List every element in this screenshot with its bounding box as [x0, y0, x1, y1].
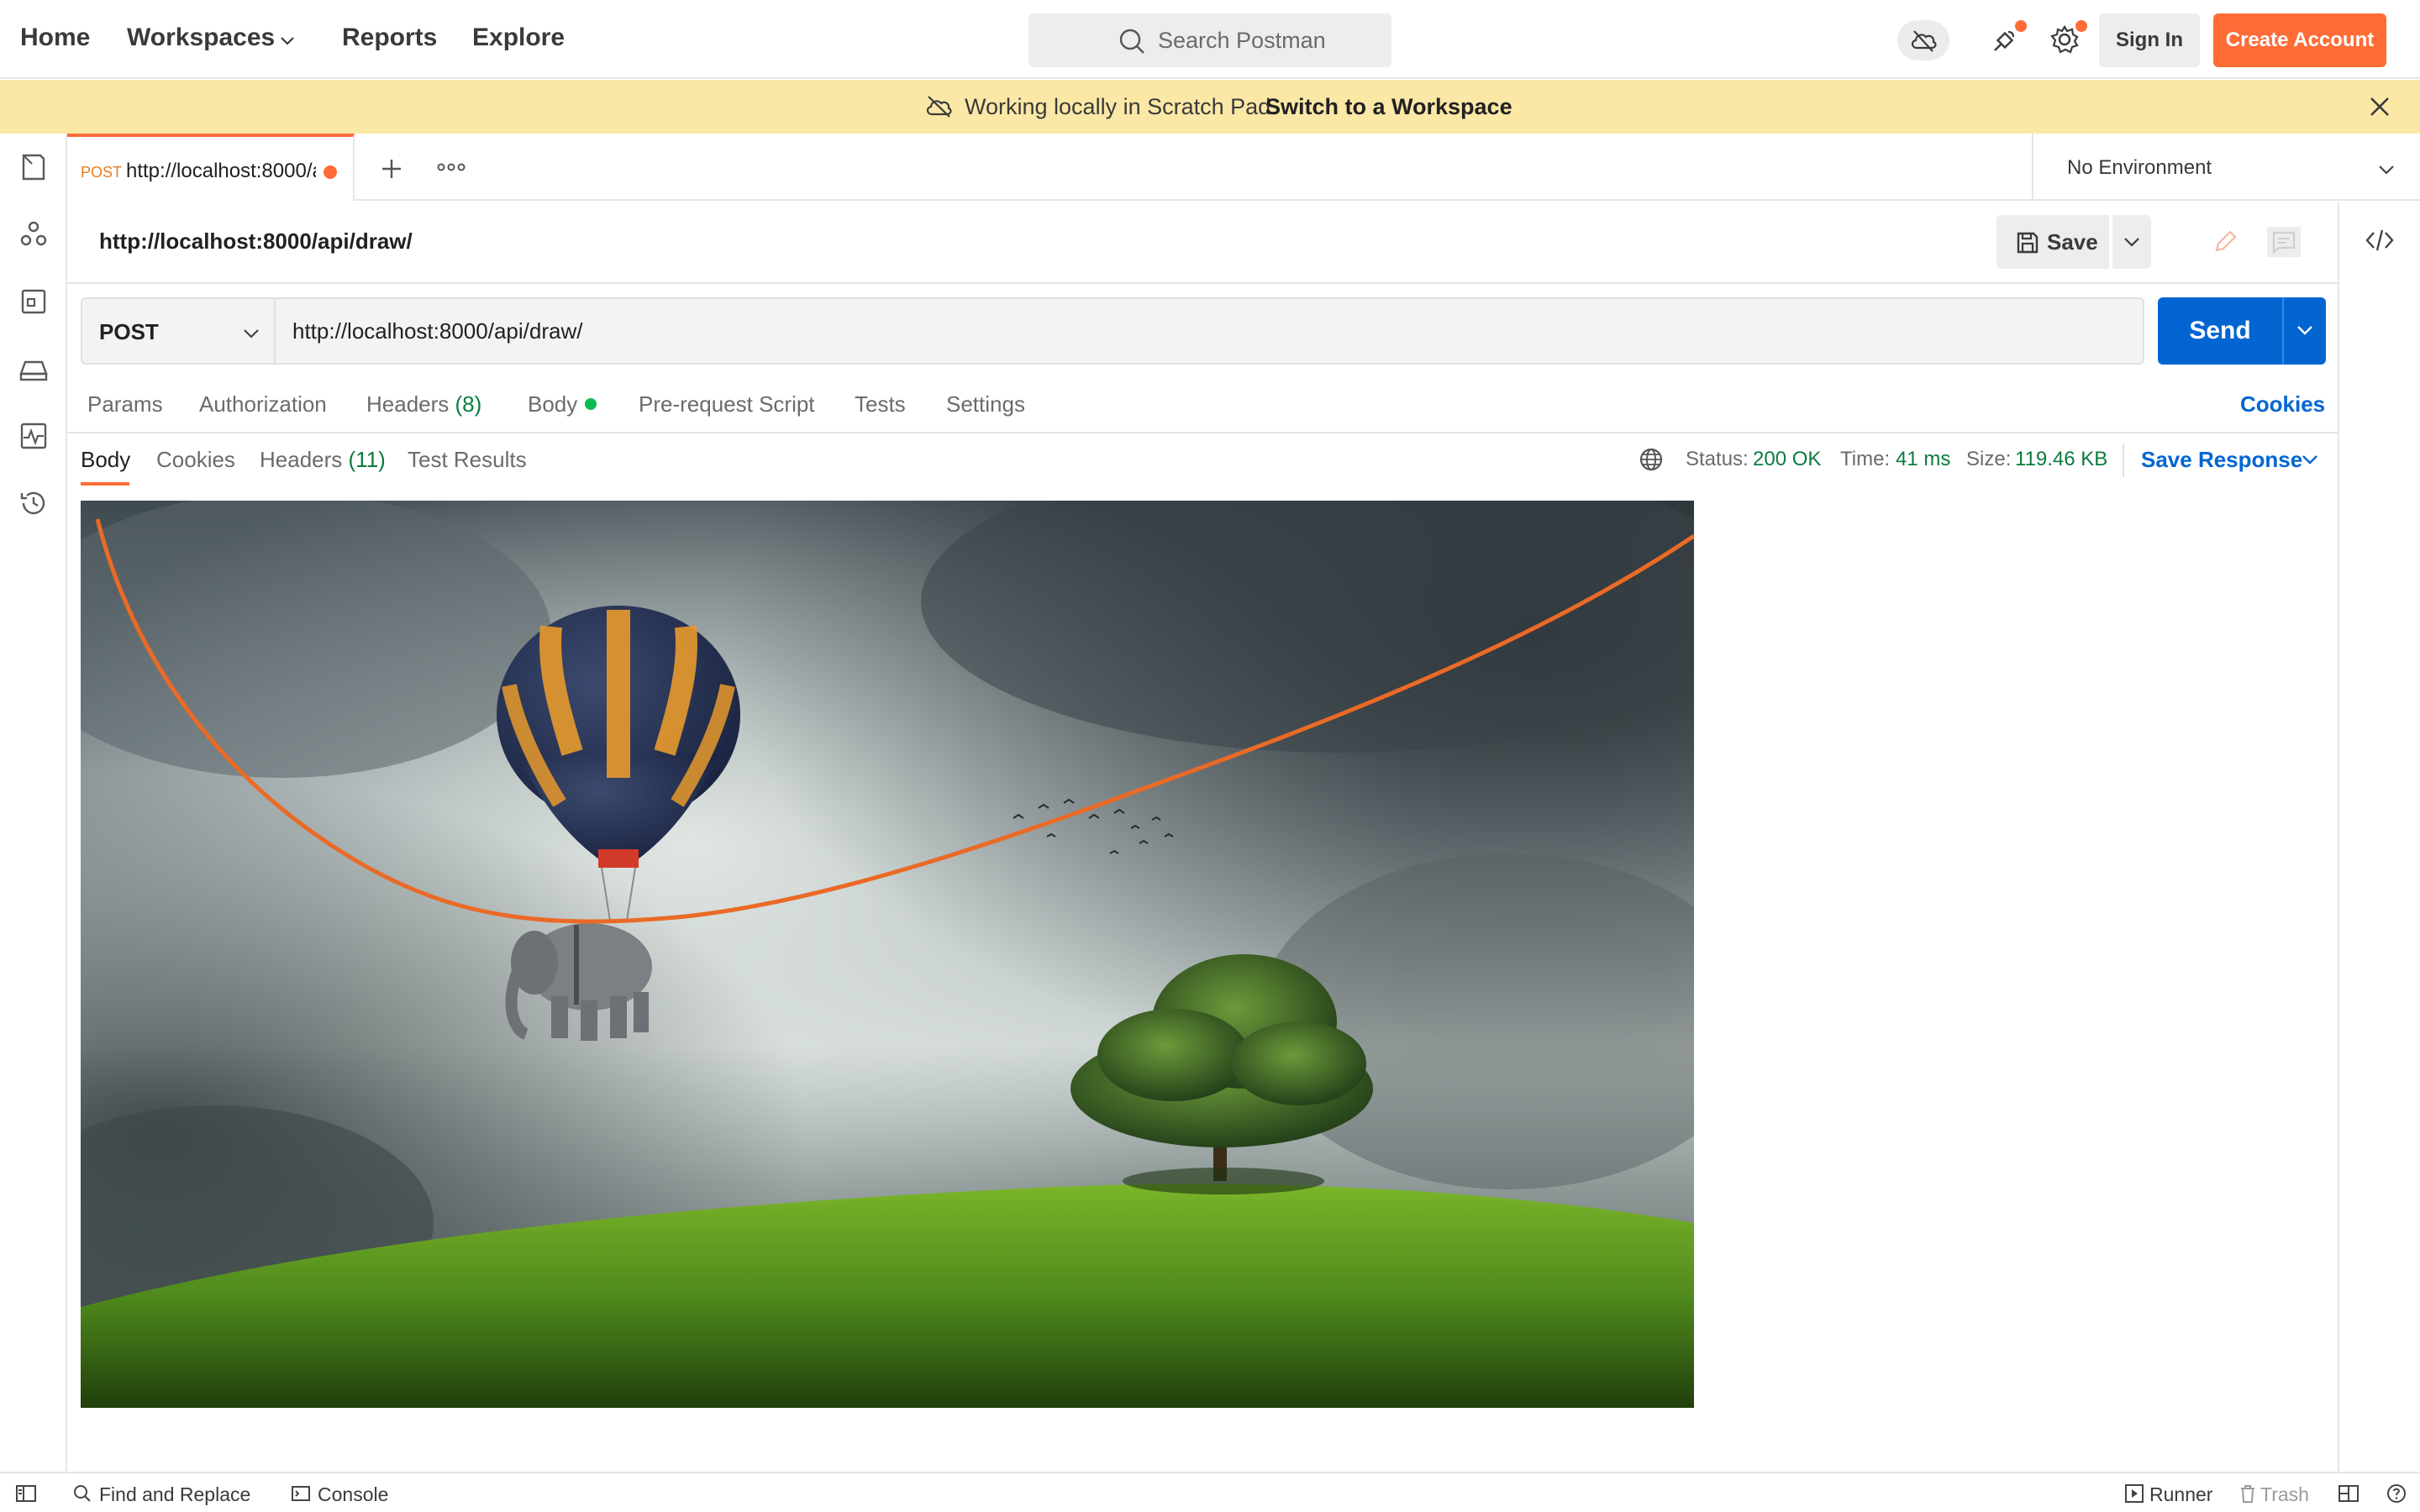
toggle-sidebar-icon[interactable] [15, 1483, 37, 1504]
mock-servers-icon[interactable] [18, 354, 49, 384]
trash-icon[interactable] [2238, 1483, 2257, 1504]
headers-count: (8) [455, 391, 482, 417]
tab-method-label: POST [81, 164, 123, 181]
create-account-button[interactable]: Create Account [2213, 13, 2386, 67]
tab-authorization[interactable]: Authorization [199, 391, 327, 417]
response-tab-cookies[interactable]: Cookies [156, 447, 235, 473]
response-tab-test-results[interactable]: Test Results [408, 447, 527, 473]
globe-icon[interactable] [1639, 447, 1664, 472]
console-icon[interactable] [291, 1483, 311, 1504]
search-box[interactable]: Search Postman [1028, 13, 1392, 67]
http-method-select[interactable]: POST [81, 297, 276, 365]
save-options-dropdown[interactable] [2112, 215, 2151, 269]
history-icon[interactable] [18, 488, 49, 518]
runner-button[interactable]: Runner [2149, 1483, 2212, 1506]
left-sidebar [0, 134, 67, 1472]
save-icon [2017, 232, 2039, 254]
edit-pencil-icon[interactable] [2210, 227, 2240, 257]
tab-params[interactable]: Params [87, 391, 163, 417]
divider [2123, 444, 2124, 477]
save-button[interactable]: Save [1996, 215, 2109, 269]
close-icon[interactable] [2368, 95, 2391, 118]
search-icon[interactable] [72, 1483, 92, 1504]
environments-icon[interactable] [18, 286, 49, 317]
tab-settings[interactable]: Settings [946, 391, 1025, 417]
top-navigation: Home Workspaces Reports Explore Search P… [0, 0, 2420, 79]
code-icon[interactable] [2365, 228, 2395, 253]
two-pane-view-icon[interactable] [2338, 1483, 2360, 1504]
response-image [81, 501, 1694, 1408]
settings-badge [2075, 20, 2087, 32]
cookies-link[interactable]: Cookies [2240, 391, 2325, 417]
trash-button[interactable]: Trash [2260, 1483, 2309, 1506]
banner-text: Working locally in Scratch Pad. [965, 94, 1277, 119]
size-label: Size: [1966, 448, 2012, 470]
comments-icon[interactable] [2267, 227, 2301, 257]
environment-select[interactable]: No Environment [2032, 134, 2420, 199]
send-button[interactable]: Send [2158, 297, 2282, 365]
more-options-icon[interactable] [437, 160, 466, 174]
sign-in-button[interactable]: Sign In [2099, 13, 2200, 67]
switch-workspace-link[interactable]: Switch to a Workspace [1265, 94, 1512, 120]
chevron-down-icon[interactable] [2376, 161, 2396, 178]
save-label: Save [2047, 229, 2098, 255]
request-title[interactable]: http://localhost:8000/api/draw/ [99, 228, 413, 255]
response-image-canvas [81, 501, 1694, 1408]
chevron-down-icon[interactable] [277, 30, 297, 50]
response-headers-count: (11) [348, 447, 386, 472]
tab-url-label: http://localhost:8000/api/draw/ [126, 160, 316, 182]
unsaved-indicator [324, 165, 337, 179]
chevron-down-icon [2124, 238, 2139, 247]
active-tab-indicator [81, 482, 129, 486]
tab-tests[interactable]: Tests [855, 391, 906, 417]
status-bar: Find and Replace Console Runner Trash [0, 1472, 2420, 1512]
response-tab-headers[interactable]: Headers (11) [260, 447, 386, 473]
help-icon[interactable] [2386, 1483, 2407, 1504]
nav-workspaces[interactable]: Workspaces [127, 24, 275, 52]
http-method-label: POST [99, 319, 159, 344]
body-indicator-dot [585, 398, 597, 410]
request-url-input[interactable] [276, 297, 2144, 365]
notification-badge [2015, 20, 2027, 32]
cloud-off-icon [1911, 30, 1937, 52]
monitors-icon[interactable] [18, 421, 49, 451]
console-button[interactable]: Console [318, 1483, 388, 1506]
search-placeholder: Search Postman [1158, 28, 1326, 53]
status-label: Status: [1686, 448, 1749, 470]
divider [67, 282, 2338, 284]
nav-home[interactable]: Home [20, 24, 90, 52]
tab-headers-label: Headers [366, 391, 450, 417]
size-value[interactable]: 119.46 KB [2015, 448, 2107, 471]
plus-icon[interactable] [380, 157, 403, 181]
collections-icon[interactable] [18, 152, 49, 182]
chevron-down-icon[interactable] [2301, 452, 2319, 467]
right-context-bar [2338, 202, 2420, 1472]
environment-label: No Environment [2067, 156, 2212, 179]
time-value[interactable]: 41 ms [1896, 448, 1950, 471]
tab-pre-request-script[interactable]: Pre-request Script [639, 391, 815, 417]
scratch-pad-banner: Working locally in Scratch Pad. Switch t… [0, 80, 2420, 134]
send-options-dropdown[interactable] [2282, 297, 2326, 365]
response-tab-body[interactable]: Body [81, 447, 130, 473]
nav-reports[interactable]: Reports [342, 24, 437, 52]
tab-body[interactable]: Body [528, 391, 577, 417]
apis-icon[interactable] [18, 219, 49, 249]
search-icon [1119, 29, 1144, 54]
time-label: Time: [1840, 448, 1891, 470]
chevron-down-icon [2297, 326, 2312, 335]
request-tab[interactable]: POST http://localhost:8000/api/draw/ [67, 134, 355, 201]
request-tab-strip: POST http://localhost:8000/api/draw/ No … [67, 134, 2420, 201]
save-response-button[interactable]: Save Response [2141, 447, 2302, 473]
nav-explore[interactable]: Explore [472, 24, 565, 52]
runner-icon[interactable] [2124, 1483, 2144, 1504]
status-value[interactable]: 200 OK [1753, 448, 1821, 471]
response-headers-label: Headers [260, 447, 343, 472]
divider [67, 432, 2338, 433]
tab-headers[interactable]: Headers (8) [366, 391, 481, 417]
chevron-down-icon [244, 329, 259, 339]
sync-status-button[interactable] [1897, 20, 1949, 60]
find-and-replace-button[interactable]: Find and Replace [99, 1483, 250, 1506]
cloud-off-icon [926, 96, 952, 118]
